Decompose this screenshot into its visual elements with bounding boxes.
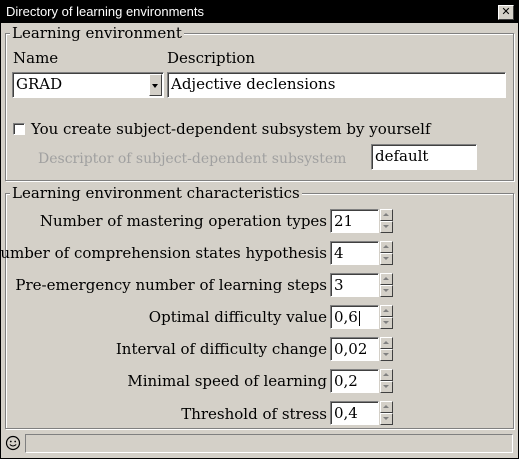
name-value: GRAD — [16, 75, 63, 93]
difficulty-interval-label: Interval of difficulty change — [115, 340, 327, 358]
spin-up-icon[interactable] — [380, 369, 393, 381]
spin-down-icon[interactable] — [380, 285, 393, 297]
minimal-speed-input[interactable]: 0,2 — [330, 369, 379, 393]
comprehension-states-input[interactable]: 4 — [330, 241, 379, 265]
self-created-subsystem-label[interactable]: You create subject-dependent subsystem b… — [31, 120, 431, 138]
mastering-operation-types-value: 21 — [334, 212, 354, 230]
name-dropdown-button[interactable] — [149, 74, 162, 96]
characteristics-group: Learning environment characteristics Num… — [0, 184, 514, 429]
close-button[interactable]: ✕ — [498, 5, 514, 20]
comprehension-states-value: 4 — [334, 244, 344, 262]
optimal-difficulty-label: Optimal difficulty value — [148, 308, 327, 326]
minimal-speed-label: Minimal speed of learning — [127, 372, 327, 390]
pre-emergency-steps-input[interactable]: 3 — [330, 273, 379, 297]
description-value: Adjective declensions — [171, 75, 336, 93]
difficulty-interval-input[interactable]: 0,02 — [330, 337, 379, 361]
stress-threshold-label: Threshold of stress — [181, 405, 327, 423]
spin-up-icon[interactable] — [380, 337, 393, 349]
descriptor-label: Descriptor of subject-dependent subsyste… — [38, 151, 347, 167]
descriptor-value: default — [375, 147, 429, 165]
learning-environment-legend: Learning environment — [10, 24, 184, 42]
optimal-difficulty-value: 0,6 — [334, 308, 358, 326]
stress-threshold-spinner[interactable] — [380, 401, 393, 425]
spin-up-icon[interactable] — [380, 305, 393, 317]
spin-up-icon[interactable] — [380, 241, 393, 253]
self-created-subsystem-checkbox[interactable] — [13, 123, 25, 135]
comprehension-states-label: Number of comprehension states hypothesi… — [0, 244, 327, 262]
spin-up-icon[interactable] — [380, 273, 393, 285]
status-bar — [3, 433, 514, 455]
spin-down-icon[interactable] — [380, 253, 393, 265]
chevron-down-icon — [152, 84, 158, 88]
spin-down-icon[interactable] — [380, 381, 393, 393]
smiley-icon — [5, 435, 21, 451]
descriptor-input[interactable]: default — [371, 144, 477, 170]
mastering-operation-types-label: Number of mastering operation types — [39, 212, 327, 230]
spin-up-icon[interactable] — [380, 209, 393, 221]
optimal-difficulty-input[interactable]: 0,6 — [330, 305, 379, 329]
characteristics-legend: Learning environment characteristics — [10, 184, 302, 202]
close-icon: ✕ — [501, 6, 511, 18]
pre-emergency-steps-value: 3 — [334, 276, 344, 294]
optimal-difficulty-spinner[interactable] — [380, 305, 393, 329]
mastering-operation-types-input[interactable]: 21 — [330, 209, 379, 233]
learning-environments-window: Directory of learning environments ✕ Lea… — [0, 0, 519, 459]
pre-emergency-steps-label: Pre-emergency number of learning steps — [15, 276, 327, 294]
spin-down-icon[interactable] — [380, 221, 393, 233]
mastering-operation-types-spinner[interactable] — [380, 209, 393, 233]
status-panel — [25, 434, 513, 453]
title-bar[interactable]: Directory of learning environments ✕ — [1, 1, 518, 23]
spin-down-icon[interactable] — [380, 413, 393, 425]
comprehension-states-spinner[interactable] — [380, 241, 393, 265]
spin-down-icon[interactable] — [380, 317, 393, 329]
spin-up-icon[interactable] — [380, 401, 393, 413]
name-combobox[interactable]: GRAD — [12, 72, 164, 98]
spin-down-icon[interactable] — [380, 349, 393, 361]
description-input[interactable]: Adjective declensions — [167, 72, 506, 98]
text-caret — [358, 310, 360, 326]
stress-threshold-value: 0,4 — [334, 404, 358, 422]
window-title: Directory of learning environments — [6, 4, 204, 19]
description-label: Description — [167, 49, 256, 67]
pre-emergency-steps-spinner[interactable] — [380, 273, 393, 297]
minimal-speed-spinner[interactable] — [380, 369, 393, 393]
difficulty-interval-spinner[interactable] — [380, 337, 393, 361]
stress-threshold-input[interactable]: 0,4 — [330, 401, 379, 425]
minimal-speed-value: 0,2 — [334, 372, 358, 390]
learning-environment-group: Learning environment Name Description GR… — [5, 24, 514, 181]
name-label: Name — [13, 49, 59, 67]
difficulty-interval-value: 0,02 — [334, 340, 368, 358]
